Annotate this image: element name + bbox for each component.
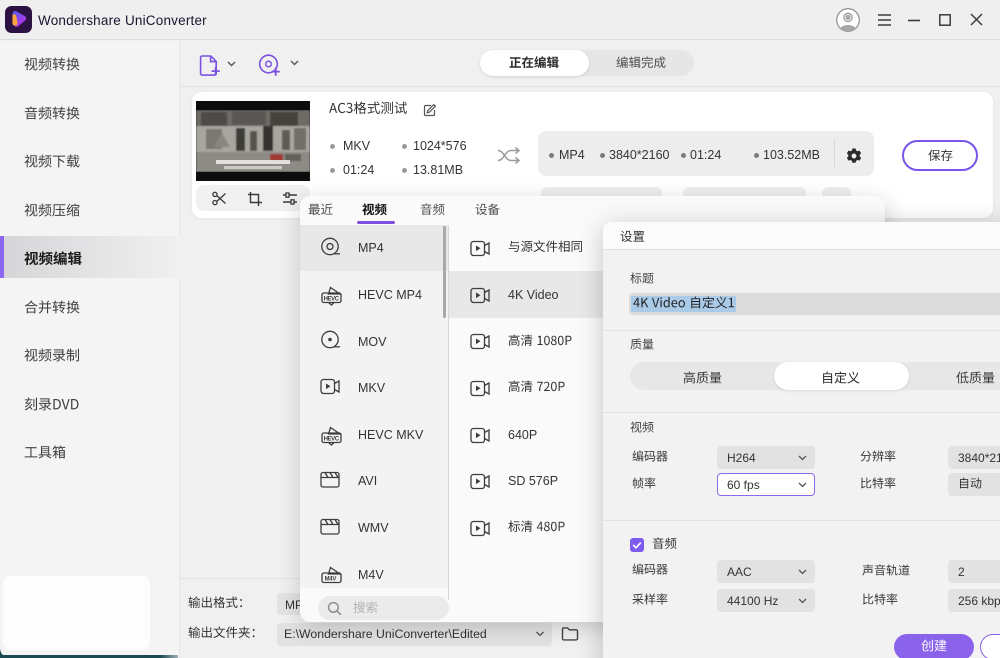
svg-text:HEVC: HEVC — [324, 437, 340, 443]
svg-text:M4V: M4V — [325, 577, 337, 583]
svg-text:HEVC: HEVC — [324, 297, 340, 303]
